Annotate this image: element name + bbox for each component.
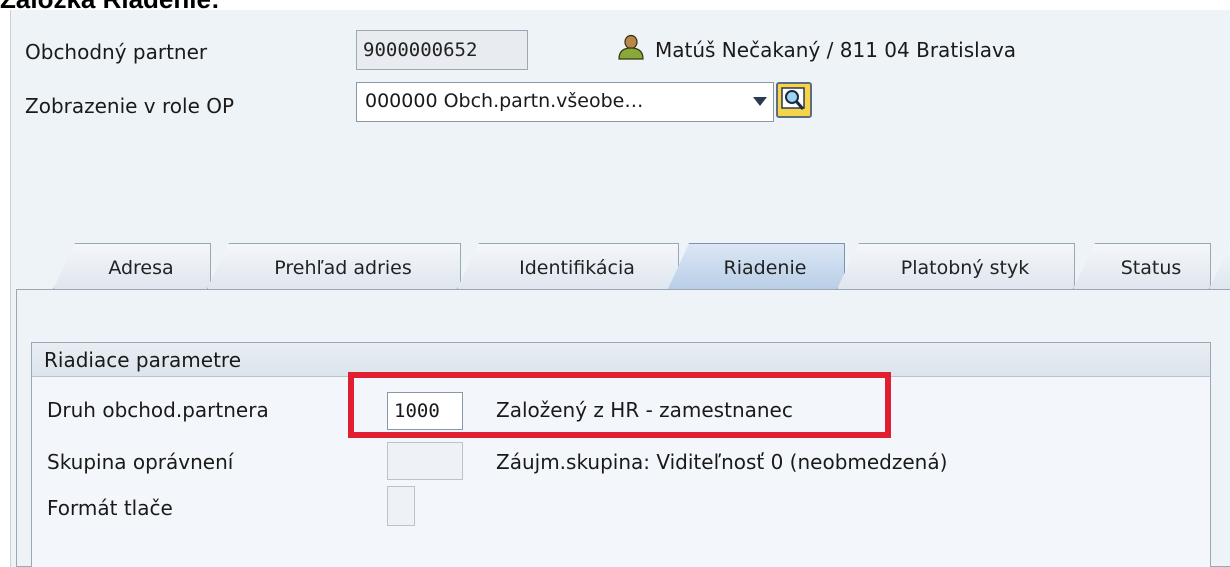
tab-platobny-styk[interactable]: Platobný styk: [837, 243, 1075, 289]
bp-type-label: Druh obchod.partnera: [47, 398, 269, 422]
partner-label: Obchodný partner: [25, 40, 208, 64]
print-format-field[interactable]: [387, 486, 415, 526]
chevron-down-icon[interactable]: [753, 97, 767, 106]
role-dropdown[interactable]: 000000 Obch.partn.všeobe…: [356, 82, 774, 122]
tab-overflow[interactable]: [1209, 243, 1230, 289]
tab-status[interactable]: Status: [1073, 243, 1211, 289]
authorization-group-label: Skupina oprávnení: [47, 450, 234, 474]
tab-strip: Adresa Prehľad adries Identifikácia Riad…: [11, 243, 1230, 291]
role-label: Zobrazenie v role OP: [25, 94, 235, 118]
role-dropdown-value: 000000 Obch.partn.všeobe…: [365, 90, 644, 112]
partner-number-field[interactable]: 9000000652: [356, 30, 528, 70]
search-icon: [781, 87, 805, 110]
search-button[interactable]: [776, 82, 812, 118]
tab-prehlad-adries[interactable]: Prehľad adries: [207, 243, 461, 289]
partner-description: Matúš Nečakaný / 811 04 Bratislava: [655, 38, 1017, 62]
print-format-label: Formát tlače: [47, 496, 173, 520]
authorization-group-description: Záujm.skupina: Viditeľnosť 0 (neobmedzen…: [496, 450, 948, 474]
person-icon: [618, 34, 644, 60]
tab-adresa[interactable]: Adresa: [53, 243, 211, 289]
highlight-frame: [348, 372, 891, 438]
tab-riadenie[interactable]: Riadenie: [667, 243, 845, 291]
authorization-group-field[interactable]: [387, 442, 463, 480]
page-caption: Záložka Riadenie:: [0, 0, 220, 12]
sap-screen: Obchodný partner 9000000652 Matúš Nečaka…: [10, 10, 1230, 567]
tab-identifikacia[interactable]: Identifikácia: [457, 243, 679, 289]
